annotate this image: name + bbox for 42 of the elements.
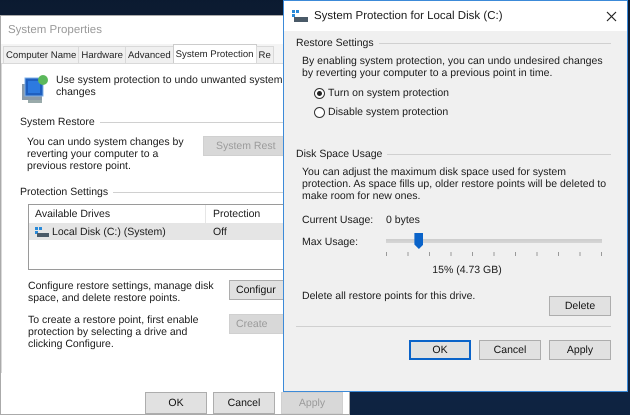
tab[interactable]: Computer Name (3, 46, 80, 63)
tab[interactable]: Advanced (124, 46, 174, 63)
drive-icon (35, 226, 49, 236)
intro-text: Use system protection to undo unwanted system changes (56, 73, 283, 98)
field-label: Max Usage: (302, 236, 360, 250)
close-icon[interactable] (606, 10, 617, 22)
delete-button[interactable]: Delete (549, 296, 611, 316)
group-heading: Protection Settings (20, 186, 108, 198)
radio-option[interactable]: Disable system protection (314, 106, 611, 118)
dialog-button[interactable]: Apply (549, 340, 611, 360)
column-header[interactable]: Available Drives (29, 208, 205, 220)
description-text: Configure restore settings, manage disk space, and delete restore points. (28, 280, 215, 304)
radio-button[interactable] (314, 88, 325, 98)
radio-option[interactable]: Turn on system protection (314, 87, 611, 99)
group-heading: Disk Space Usage (296, 148, 382, 160)
dialog-button[interactable]: Cancel (213, 392, 275, 414)
max-usage-reading: 15% (4.73 GB) (432, 264, 502, 276)
description-text: To create a restore point, first enable protection by selecting a drive and clicking Configure. (28, 314, 200, 350)
group-heading: System Restore (20, 116, 95, 128)
tab[interactable]: System Protection (172, 44, 257, 63)
radio-button[interactable] (314, 106, 325, 118)
dialog-button[interactable]: OK (145, 392, 207, 414)
tab[interactable]: Hardware (78, 46, 126, 63)
description-text: You can adjust the maximum disk space used for system protection. As space fills up, older restore points will be deleted to make room for new ones. (302, 166, 608, 202)
drive-icon (292, 10, 308, 22)
computer-icon (20, 72, 50, 106)
current-usage-value: 0 bytes (386, 214, 420, 226)
dialog-button[interactable]: Cancel (479, 340, 541, 360)
tab[interactable]: Re (256, 46, 274, 63)
description-text: You can undo system changes by reverting your computer to a previous restore point. (27, 136, 185, 172)
configure-button[interactable]: Configur (229, 280, 283, 300)
field-label: Current Usage: (302, 214, 374, 226)
protection-status: Off (212, 226, 228, 238)
drive-row[interactable]: Local Disk (C:) (System) Off (29, 223, 283, 240)
slider-thumb[interactable] (414, 233, 424, 249)
description-text: By enabling system protection, you can undo undesired changes by reverting your computer to a previous point in time. (302, 55, 604, 79)
dialog-button[interactable]: OK (409, 340, 471, 360)
drive-name: Local Disk (C:) (System) (52, 226, 166, 238)
description-text: Delete all restore points for this drive. (302, 290, 476, 302)
window-title: System Protection for Local Disk (C:) (314, 10, 504, 22)
group-heading: Restore Settings (296, 37, 374, 49)
window-title: System Properties (8, 24, 102, 36)
